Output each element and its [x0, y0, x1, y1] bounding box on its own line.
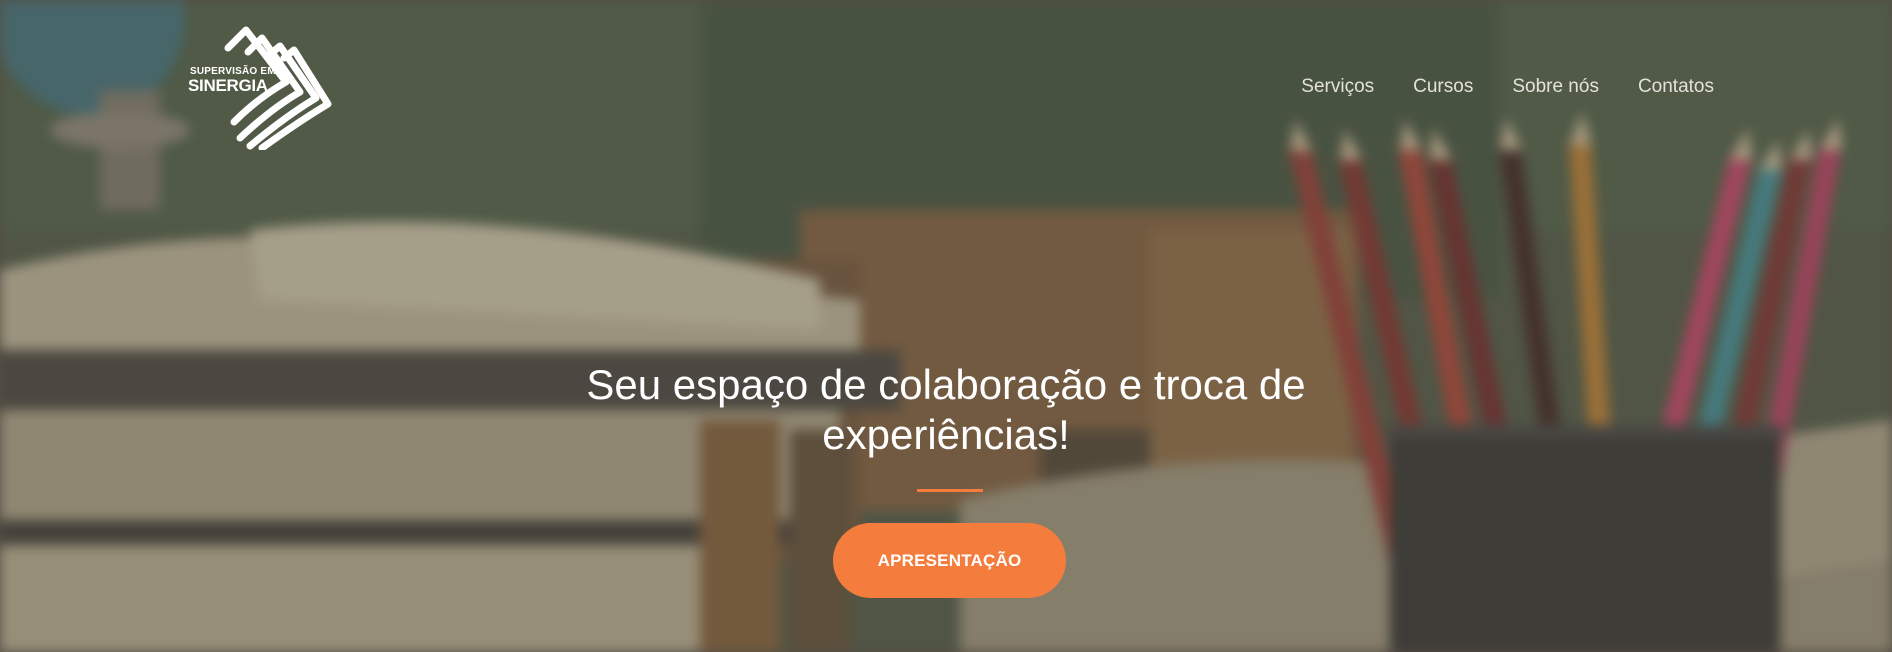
hero-headline-wrapper: Seu espaço de colaboração e troca de exp…	[0, 360, 1892, 460]
hero-headline: Seu espaço de colaboração e troca de exp…	[586, 361, 1306, 458]
site-logo[interactable]: SUPERVISÃO EM SINERGIA	[188, 26, 338, 150]
nav-item-sobre-nos[interactable]: Sobre nós	[1512, 76, 1599, 98]
nav-item-cursos[interactable]: Cursos	[1413, 76, 1473, 98]
nav-item-servicos[interactable]: Serviços	[1301, 76, 1374, 98]
nav-item-contatos[interactable]: Contatos	[1638, 76, 1714, 98]
main-nav: Serviços Cursos Sobre nós Contatos	[1301, 76, 1714, 98]
accent-divider	[917, 489, 983, 492]
hero-section: SUPERVISÃO EM SINERGIA Serviços Cursos S…	[0, 0, 1892, 652]
apresentacao-button[interactable]: APRESENTAÇÃO	[833, 523, 1066, 598]
logo-text-main: SINERGIA	[188, 76, 268, 95]
